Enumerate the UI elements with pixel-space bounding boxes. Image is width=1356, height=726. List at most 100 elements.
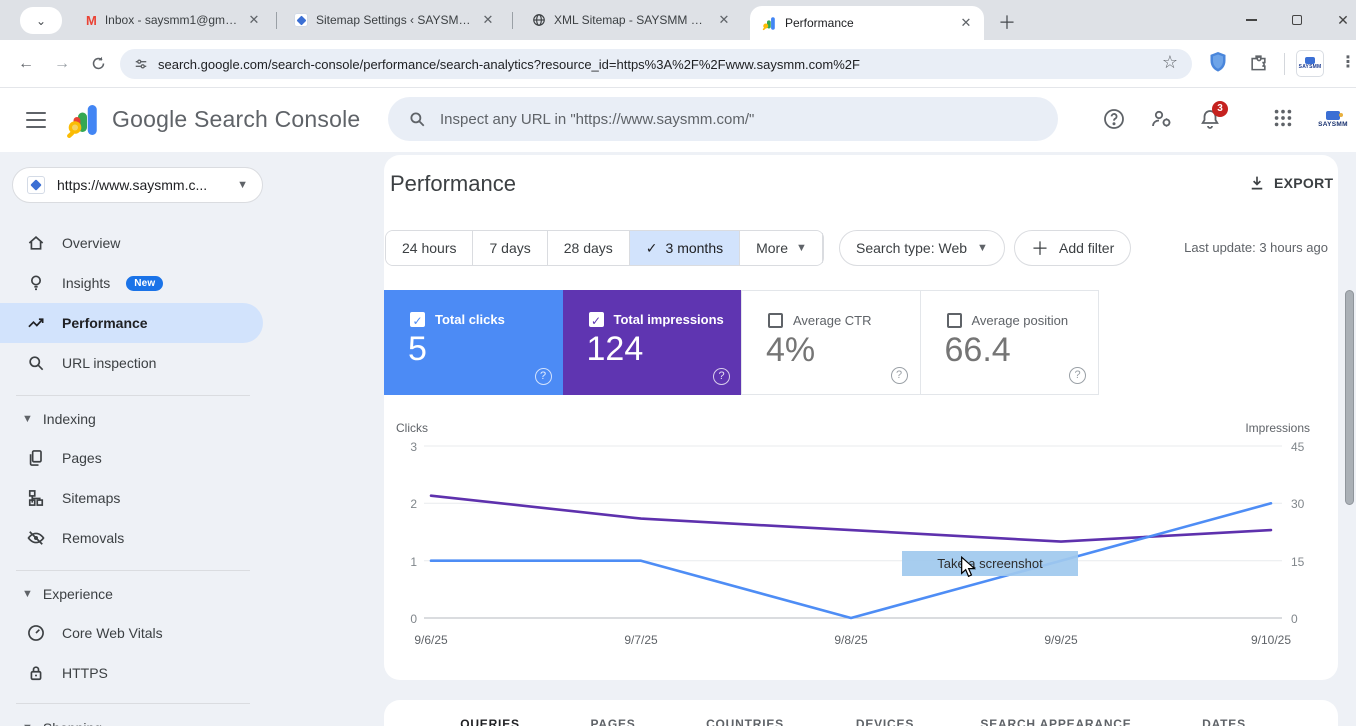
sidebar-section-experience[interactable]: ▼ Experience — [0, 579, 263, 609]
sidebar-item-url-inspection[interactable]: URL inspection — [0, 343, 263, 383]
checkbox-checked[interactable]: ✓ — [410, 312, 425, 328]
back-button[interactable]: ← — [14, 52, 38, 76]
range-28-days[interactable]: 28 days — [547, 231, 630, 265]
y-tick: 0 — [410, 612, 417, 626]
tab-title: XML Sitemap - SAYSMM – Trus — [554, 13, 708, 27]
filter-separator — [822, 233, 823, 263]
sitemap-icon — [26, 488, 46, 508]
checkbox-unchecked[interactable] — [768, 313, 783, 328]
export-button[interactable]: EXPORT — [1248, 174, 1333, 192]
tab-search-appearance[interactable]: SEARCH APPEARANCE — [980, 717, 1131, 726]
add-filter-button[interactable]: ＋ Add filter — [1014, 230, 1132, 266]
manage-users-icon[interactable] — [1150, 107, 1174, 131]
trending-up-icon — [26, 313, 46, 333]
chevron-down-icon: ▼ — [977, 242, 988, 254]
sidebar-divider — [16, 570, 250, 571]
chevron-down-icon: ▼ — [22, 588, 33, 600]
extensions-puzzle-icon[interactable] — [1246, 50, 1270, 74]
average-position-value: 66.4 — [944, 331, 1011, 369]
help-icon[interactable]: ? — [890, 367, 908, 384]
main-menu-hamburger[interactable] — [24, 107, 48, 131]
range-3-months-selected[interactable]: ✓ 3 months — [629, 231, 741, 265]
search-type-filter[interactable]: Search type: Web ▼ — [839, 230, 1005, 266]
performance-line-chart[interactable] — [384, 402, 1338, 667]
close-icon[interactable]: ✕ — [958, 15, 974, 31]
chevron-down-icon: ⌄ — [35, 13, 47, 28]
help-icon[interactable]: ? — [713, 368, 730, 385]
tab-separator — [512, 12, 513, 29]
sidebar-item-overview[interactable]: Overview — [0, 223, 263, 263]
tab-countries[interactable]: COUNTRIES — [706, 717, 784, 726]
range-24-hours[interactable]: 24 hours — [386, 231, 474, 265]
chevron-down-icon: ▼ — [237, 179, 248, 191]
card-average-position[interactable]: Average position 66.4 ? — [919, 290, 1099, 395]
forward-button[interactable]: → — [50, 52, 74, 76]
window-close-button[interactable]: ✕ — [1320, 0, 1356, 40]
y-tick: 30 — [1291, 497, 1305, 511]
sidebar-item-pages[interactable]: Pages — [0, 438, 263, 478]
browser-profile-avatar[interactable]: SAYSMM — [1296, 50, 1324, 77]
url-inspect-search[interactable]: Inspect any URL in "https://www.saysmm.c… — [388, 97, 1058, 141]
chevron-down-icon: ▼ — [796, 242, 807, 254]
checkbox-checked[interactable]: ✓ — [588, 312, 604, 328]
tab-search-button[interactable]: ⌄ — [20, 7, 62, 34]
tab-pages[interactable]: PAGES — [590, 717, 635, 726]
lightbulb-icon — [26, 273, 46, 293]
tab-queries[interactable]: QUERIES — [460, 717, 520, 726]
browser-tab-strip: ⌄ M Inbox - saysmm1@gmail.com - ✕ Sitema… — [0, 0, 1356, 40]
sidebar-item-performance[interactable]: Performance — [0, 303, 263, 343]
sidebar-item-https[interactable]: HTTPS — [0, 653, 263, 693]
bookmark-star-icon[interactable]: ☆ — [1158, 50, 1182, 74]
reload-button[interactable] — [86, 52, 110, 76]
browser-menu-icon[interactable]: ⋮ — [1336, 50, 1356, 74]
page-scrollbar[interactable] — [1345, 290, 1354, 505]
sidebar-item-insights[interactable]: Insights New — [0, 263, 263, 303]
plus-icon: ＋ — [1031, 239, 1049, 259]
sidebar-item-sitemaps[interactable]: Sitemaps — [0, 478, 263, 518]
toolbar-separator — [1284, 53, 1285, 75]
take-a-screenshot-overlay[interactable]: Take a screenshot — [902, 551, 1078, 576]
property-selector[interactable]: https://www.saysmm.c... ▼ — [12, 167, 263, 203]
lock-icon — [26, 663, 46, 683]
browser-tab-performance-active[interactable]: Performance ✕ — [750, 6, 984, 40]
browser-tab-gmail[interactable]: M Inbox - saysmm1@gmail.com - ✕ — [74, 0, 272, 40]
tab-dates[interactable]: DATES — [1202, 717, 1246, 726]
close-icon[interactable]: ✕ — [480, 12, 496, 28]
x-tick: 9/6/25 — [414, 633, 448, 647]
close-icon[interactable]: ✕ — [716, 12, 732, 28]
sidebar-section-indexing[interactable]: ▼ Indexing — [0, 404, 263, 434]
window-minimize-button[interactable] — [1228, 0, 1274, 40]
range-more[interactable]: More ▼ — [740, 231, 823, 265]
close-icon[interactable]: ✕ — [246, 12, 262, 28]
window-restore-button[interactable] — [1274, 0, 1320, 40]
notification-count-badge: 3 — [1212, 101, 1228, 117]
help-icon[interactable]: ? — [534, 368, 552, 385]
download-icon — [1248, 174, 1266, 192]
google-apps-grid-icon[interactable] — [1272, 107, 1296, 131]
account-avatar[interactable]: SAYSMM — [1314, 103, 1352, 135]
tab-devices[interactable]: DEVICES — [856, 717, 914, 726]
browser-tab-xml-sitemap[interactable]: XML Sitemap - SAYSMM – Trus ✕ — [520, 0, 742, 40]
browser-tab-sitemap-settings[interactable]: Sitemap Settings ‹ SAYSMM – T ✕ — [282, 0, 506, 40]
url-bar[interactable]: search.google.com/search-console/perform… — [120, 49, 1192, 79]
checkbox-unchecked[interactable] — [946, 313, 962, 328]
range-7-days[interactable]: 7 days — [473, 231, 548, 265]
sidebar-section-shopping[interactable]: ▼ Shopping — [0, 713, 263, 726]
help-icon[interactable]: ? — [1069, 367, 1086, 384]
tune-icon[interactable] — [134, 57, 148, 71]
eye-off-icon — [26, 528, 46, 548]
sidebar-item-removals[interactable]: Removals — [0, 518, 263, 558]
shield-extension-icon[interactable] — [1206, 50, 1230, 74]
search-icon — [26, 353, 46, 373]
y-tick: 45 — [1291, 440, 1305, 454]
chevron-down-icon: ▼ — [22, 722, 33, 726]
gmail-icon: M — [86, 12, 97, 28]
y-tick: 1 — [410, 555, 417, 569]
sidebar-item-core-web-vitals[interactable]: Core Web Vitals — [0, 613, 263, 653]
new-tab-button[interactable]: ＋ — [994, 10, 1020, 36]
card-total-clicks[interactable]: ✓ Total clicks 5 ? — [384, 290, 564, 395]
card-total-impressions[interactable]: ✓ Total impressions 124 ? — [562, 290, 742, 395]
help-icon[interactable] — [1102, 107, 1126, 131]
card-average-ctr[interactable]: Average CTR 4% ? — [741, 290, 921, 395]
search-console-logo — [66, 101, 102, 139]
